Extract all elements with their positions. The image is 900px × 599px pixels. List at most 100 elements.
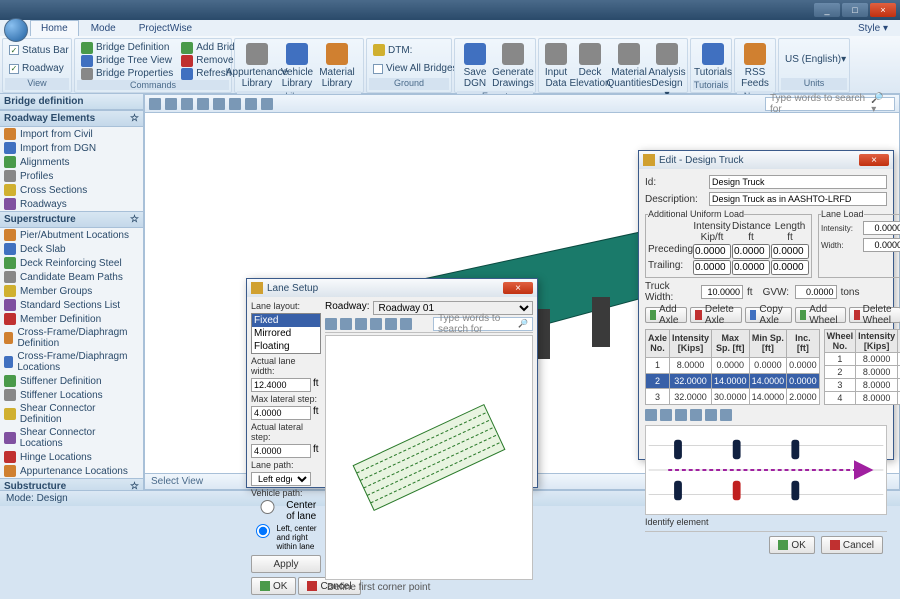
section-roadway-elements[interactable]: Roadway Elements☆ (0, 110, 143, 127)
truck-width-input[interactable] (701, 285, 743, 299)
bridge-tree-view-button[interactable]: Bridge Tree View (79, 54, 175, 67)
axle-table[interactable]: Axle No.Intensity [Kips]Max Sp. [ft]Min … (645, 329, 820, 405)
sidebar-item[interactable]: Appurtenance Locations (0, 464, 143, 478)
lane-tool-icon[interactable] (340, 318, 352, 330)
axle-tool-icon[interactable] (660, 409, 672, 421)
edit-ok-button[interactable]: OK (769, 536, 814, 554)
sidebar-item[interactable]: Cross Sections (0, 183, 143, 197)
sidebar-item[interactable]: Shear Connector Definition (0, 402, 143, 426)
save-dgn-button[interactable]: Save DGN (457, 41, 493, 91)
toggle-roadway[interactable]: ✓Roadway (7, 62, 71, 75)
lane-tool-icon[interactable] (370, 318, 382, 330)
vp-tool-icon[interactable] (181, 98, 193, 110)
axle-tool-icon[interactable] (705, 409, 717, 421)
bridge-properties-button[interactable]: Bridge Properties (79, 67, 175, 80)
lane-width-input[interactable] (863, 238, 900, 252)
deck-elevation-button[interactable]: Deck Elevation (571, 41, 609, 91)
style-dropdown[interactable]: Style ▾ (847, 20, 899, 36)
gvw-input[interactable] (795, 285, 837, 299)
lane-dialog-titlebar[interactable]: Lane Setup × (247, 279, 537, 297)
vp-tool-icon[interactable] (149, 98, 161, 110)
lane-layout-mirrored[interactable]: Mirrored (252, 327, 320, 340)
rss-feeds-button[interactable]: RSS Feeds (737, 41, 773, 91)
sidebar-item[interactable]: Member Groups (0, 284, 143, 298)
sidebar-item[interactable]: Roadways (0, 197, 143, 211)
appurtenance-library-button[interactable]: Appurtenance Library (237, 41, 277, 91)
tutorials-button[interactable]: Tutorials (693, 41, 733, 80)
sidebar-item[interactable]: Import from Civil (0, 127, 143, 141)
lane-plan-canvas[interactable] (325, 335, 533, 580)
edit-dialog-titlebar[interactable]: Edit - Design Truck × (639, 151, 893, 169)
view-all-bridges-toggle[interactable]: View All Bridges (371, 62, 460, 75)
sidebar-item[interactable]: Cross-Frame/Diaphragm Definition (0, 326, 143, 350)
sidebar-item[interactable]: Stiffener Locations (0, 388, 143, 402)
lane-tool-icon[interactable] (400, 318, 412, 330)
analysis-design-button[interactable]: Analysis Design ▾ (649, 41, 685, 102)
sidebar-item[interactable]: Cross-Frame/Diaphragm Locations (0, 350, 143, 374)
axle-tool-icon[interactable] (675, 409, 687, 421)
vehicle-path-center-radio[interactable] (251, 500, 284, 514)
tab-home[interactable]: Home (30, 20, 79, 36)
sidebar-item[interactable]: Stiffener Definition (0, 374, 143, 388)
vp-tool-icon[interactable] (245, 98, 257, 110)
sidebar-item[interactable]: Hinge Locations (0, 450, 143, 464)
sidebar-item[interactable]: Deck Slab (0, 242, 143, 256)
lane-dialog-close-button[interactable]: × (503, 282, 533, 294)
material-quantities-button[interactable]: Material Quantities (609, 41, 649, 91)
sidebar-item[interactable]: Member Definition (0, 312, 143, 326)
delete-wheel-button[interactable]: Delete Wheel (849, 307, 900, 323)
sidebar-item[interactable]: Candidate Beam Paths (0, 270, 143, 284)
generate-drawings-button[interactable]: Generate Drawings (493, 41, 533, 91)
axle-tool-icon[interactable] (645, 409, 657, 421)
add-axle-button[interactable]: Add Axle (645, 307, 687, 323)
max-lateral-step-input[interactable] (251, 406, 311, 420)
vehicle-path-lcr-radio[interactable] (251, 524, 275, 538)
trailing-length-input[interactable] (771, 260, 809, 275)
edit-dialog-close-button[interactable]: × (859, 154, 889, 166)
sidebar-item[interactable]: Import from DGN (0, 141, 143, 155)
preceding-distance-input[interactable] (732, 244, 770, 259)
window-close-button[interactable]: × (870, 3, 896, 17)
add-wheel-button[interactable]: Add Wheel (795, 307, 846, 323)
lane-layout-floating[interactable]: Floating (252, 340, 320, 353)
viewport-search-input[interactable]: Type words to search for 🔎 ▾ (765, 97, 895, 111)
actual-lateral-step-input[interactable] (251, 444, 311, 458)
lane-search-input[interactable]: Type words to search for 🔎 (433, 317, 533, 331)
sidebar-item[interactable]: Deck Reinforcing Steel (0, 256, 143, 270)
wheel-table[interactable]: Wheel No.Intensity [Kips]Position [ft] 1… (824, 329, 900, 405)
lane-apply-button[interactable]: Apply (251, 555, 321, 573)
axle-diagram-canvas[interactable] (645, 425, 887, 515)
description-input[interactable] (709, 192, 887, 206)
edit-cancel-button[interactable]: Cancel (821, 536, 883, 554)
lane-tool-icon[interactable] (355, 318, 367, 330)
dtm-dropdown[interactable]: DTM: (371, 44, 460, 57)
delete-axle-button[interactable]: Delete Axle (690, 307, 742, 323)
lane-layout-fixed[interactable]: Fixed (252, 314, 320, 327)
section-superstructure[interactable]: Superstructure☆ (0, 211, 143, 228)
vehicle-library-button[interactable]: Vehicle Library (277, 41, 317, 91)
sidebar-item[interactable]: Shear Connector Locations (0, 426, 143, 450)
lane-ok-button[interactable]: OK (251, 577, 296, 595)
preceding-length-input[interactable] (771, 244, 809, 259)
id-input[interactable] (709, 175, 887, 189)
vp-tool-icon[interactable] (165, 98, 177, 110)
vp-tool-icon[interactable] (213, 98, 225, 110)
preceding-intensity-input[interactable] (693, 244, 731, 259)
vp-tool-icon[interactable] (261, 98, 273, 110)
axle-tool-icon[interactable] (720, 409, 732, 421)
sidebar-item[interactable]: Alignments (0, 155, 143, 169)
trailing-intensity-input[interactable] (693, 260, 731, 275)
vp-tool-icon[interactable] (229, 98, 241, 110)
vp-tool-icon[interactable] (197, 98, 209, 110)
window-maximize-button[interactable]: □ (842, 3, 868, 17)
material-library-button[interactable]: Material Library (317, 41, 357, 91)
section-substructure[interactable]: Substructure☆ (0, 478, 143, 490)
toggle-status-bar[interactable]: ✓Status Bar (7, 44, 71, 57)
window-minimize-button[interactable]: _ (814, 3, 840, 17)
actual-lane-width-input[interactable] (251, 378, 311, 392)
app-menu-orb[interactable] (4, 18, 28, 42)
tab-projectwise[interactable]: ProjectWise (128, 20, 203, 36)
sidebar-item[interactable]: Standard Sections List (0, 298, 143, 312)
axle-tool-icon[interactable] (690, 409, 702, 421)
lane-intensity-input[interactable] (863, 221, 900, 235)
